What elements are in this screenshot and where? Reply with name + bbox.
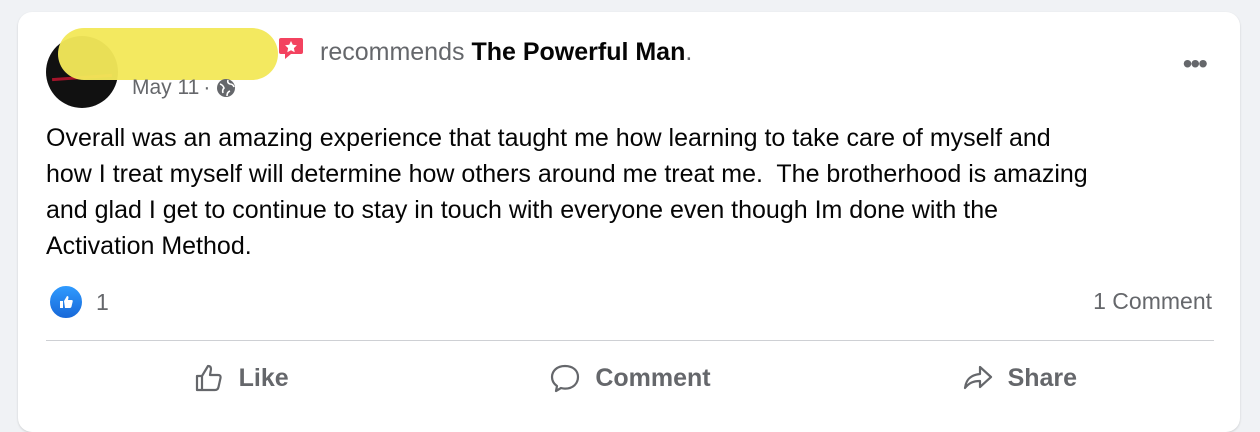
post-headline: recommends The Powerful Man. [320, 38, 692, 67]
headline-period: . [685, 38, 693, 66]
reaction-count: 1 [96, 288, 109, 315]
share-button[interactable]: Share [825, 356, 1214, 400]
post-date[interactable]: May 11 [132, 76, 199, 100]
post-meta: May 11 · [132, 76, 236, 100]
speech-bubble-icon [551, 364, 580, 393]
post-card: recommends The Powerful Man. May 11 · ••… [18, 12, 1240, 432]
meta-separator: · [203, 76, 211, 99]
action-bar: Like Comment Share [46, 356, 1214, 400]
page-name-link[interactable]: The Powerful Man [471, 38, 685, 66]
comment-count-link[interactable]: 1 Comment [1093, 288, 1212, 315]
like-reaction-icon [48, 284, 84, 320]
comment-label: Comment [595, 363, 711, 392]
share-label: Share [1007, 363, 1078, 392]
like-label: Like [238, 363, 289, 392]
comment-button[interactable]: Comment [435, 356, 824, 400]
like-button[interactable]: Like [46, 356, 435, 400]
thumbs-up-icon [195, 364, 222, 392]
share-arrow-icon [963, 365, 992, 390]
divider [46, 340, 1214, 341]
post-body: Overall was an amazing experience that t… [46, 124, 1088, 260]
more-options-icon[interactable]: ••• [1183, 50, 1208, 78]
redacted-author-name [58, 28, 278, 80]
reaction-summary[interactable]: 1 [48, 284, 109, 320]
recommends-text: recommends [320, 38, 465, 66]
recommend-star-icon [279, 38, 303, 59]
globe-icon[interactable] [216, 78, 236, 98]
